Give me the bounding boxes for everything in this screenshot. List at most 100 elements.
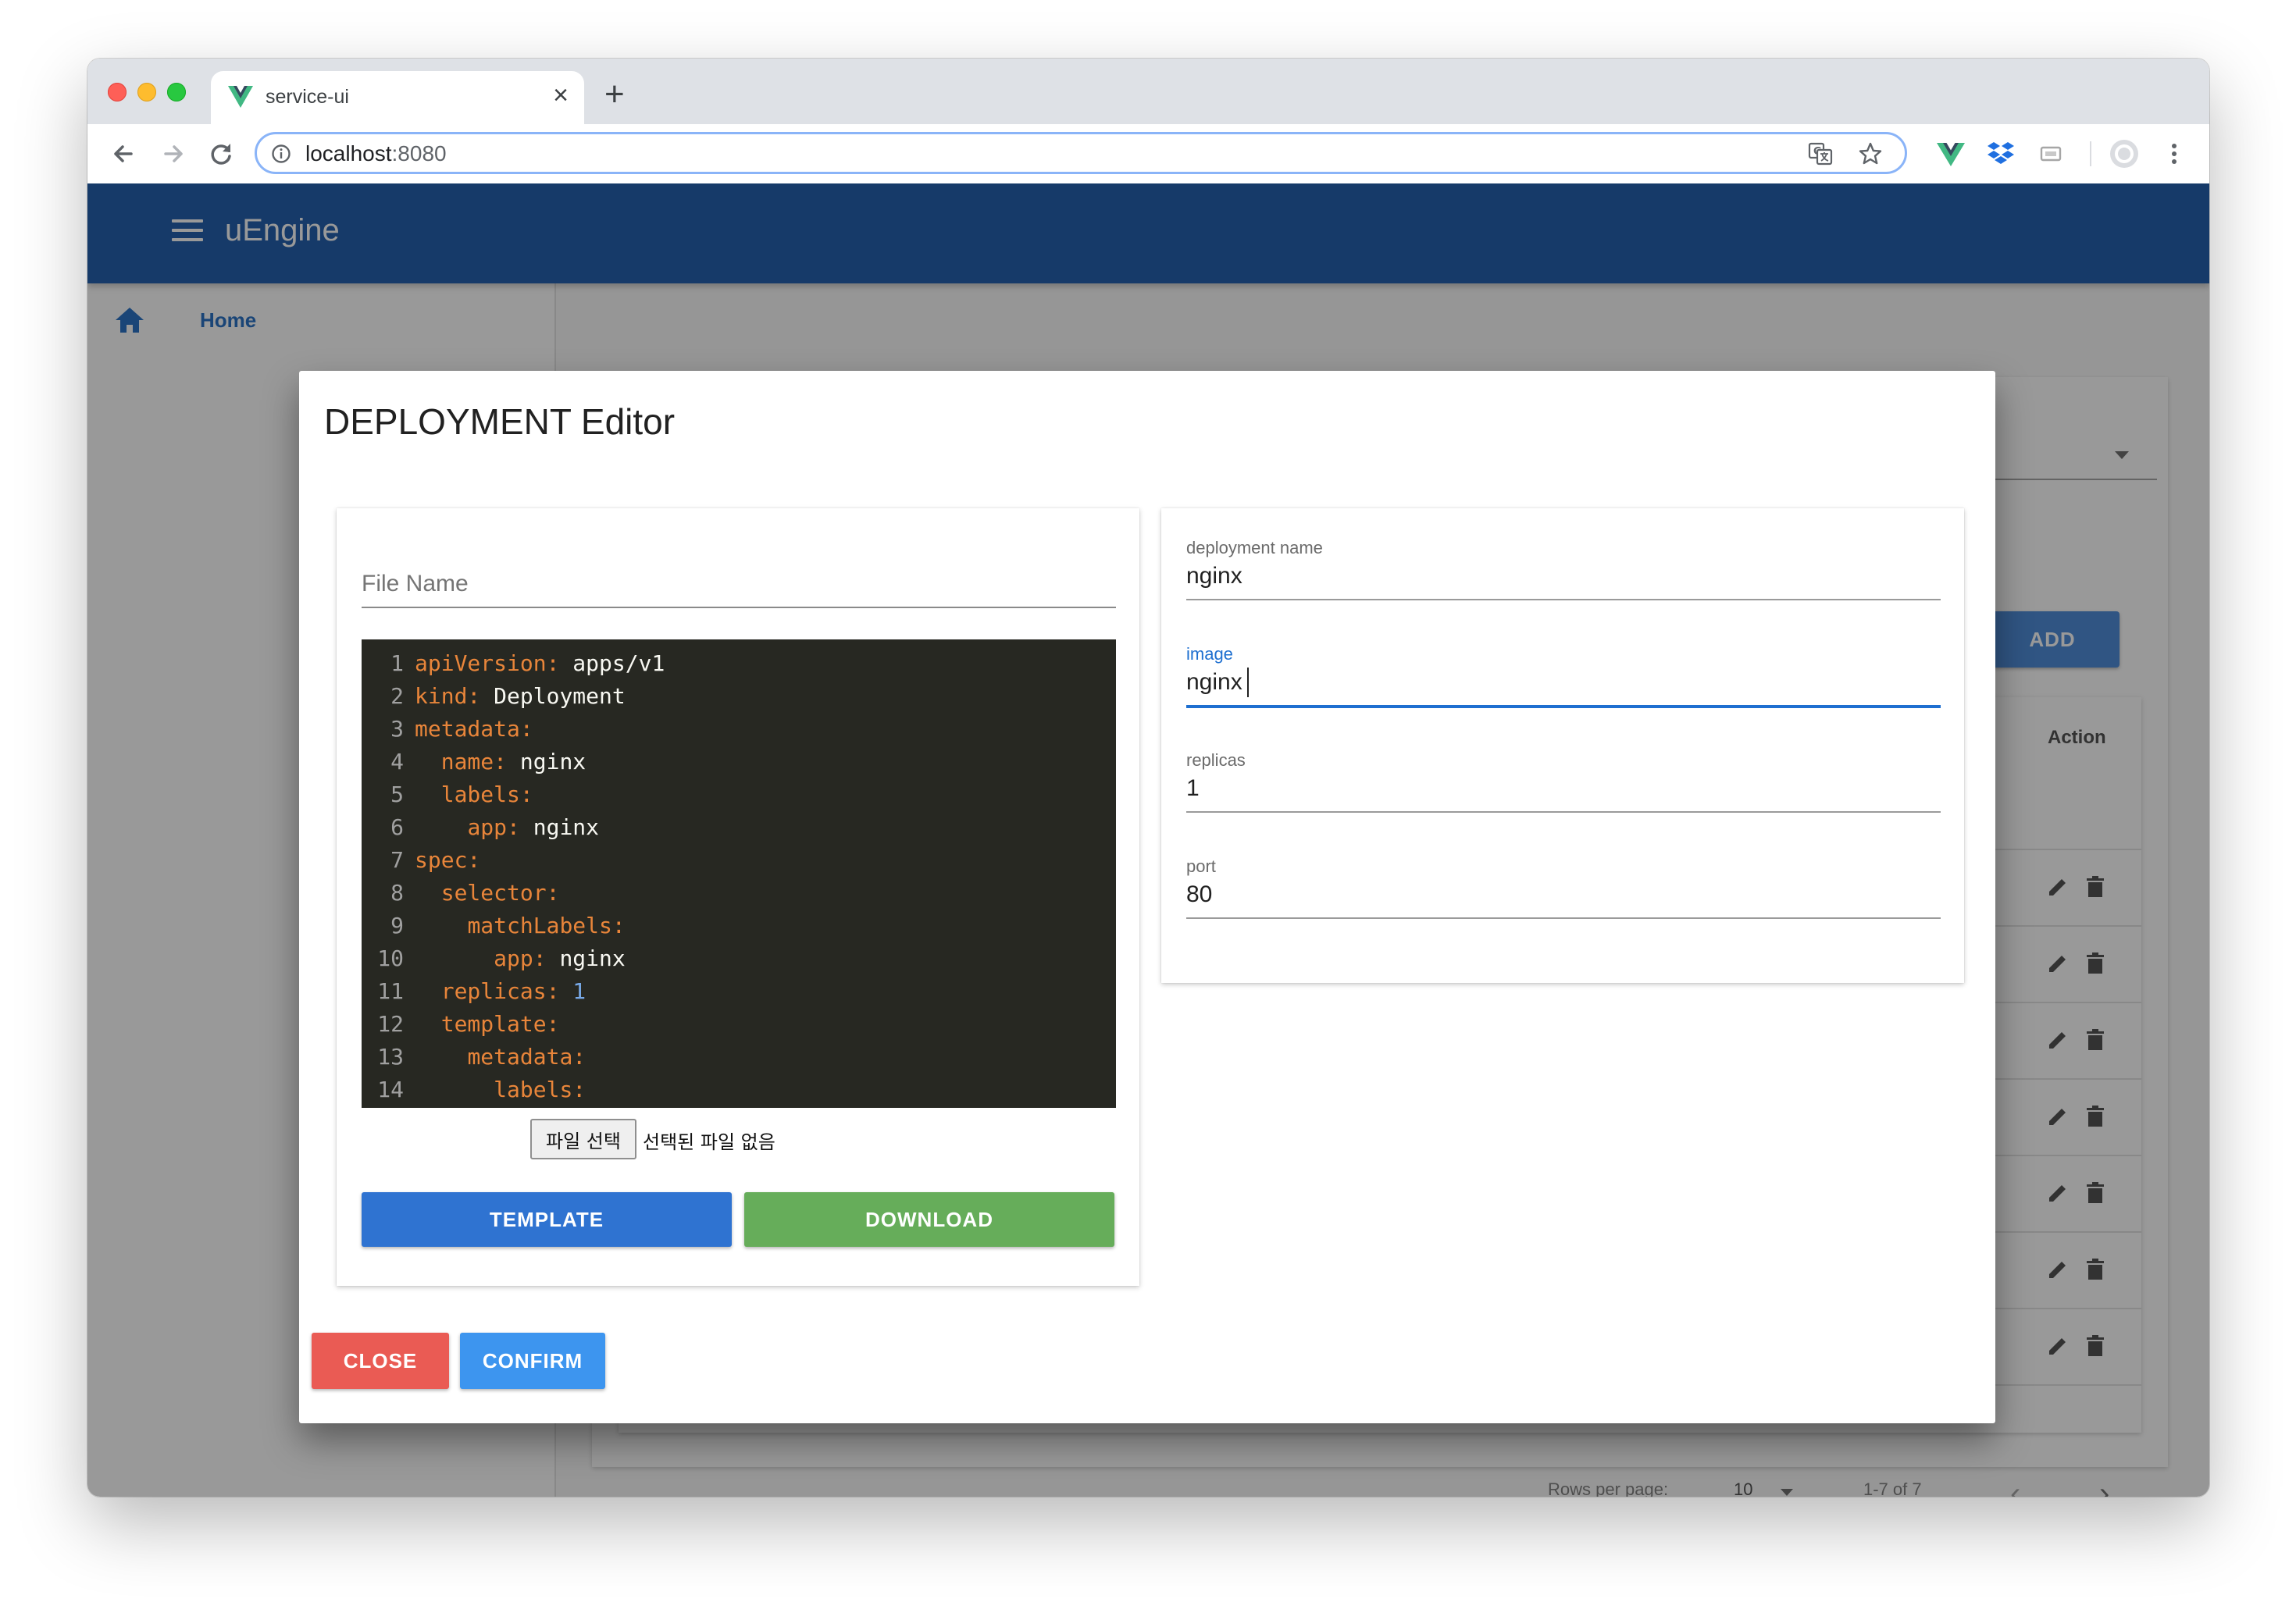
image-label: image	[1186, 644, 1233, 664]
yaml-key: name:	[440, 749, 508, 774]
code-text: kind: Deployment	[415, 683, 626, 709]
code-line: 10 app: nginx	[362, 945, 1116, 978]
line-number: 6	[390, 814, 404, 840]
reload-icon[interactable]	[201, 134, 242, 174]
translate-icon[interactable]: G	[1808, 141, 1833, 166]
choose-file-button[interactable]: 파일 선택	[530, 1119, 636, 1159]
deployment-name-label: deployment name	[1186, 538, 1323, 557]
line-number: 14	[377, 1077, 404, 1102]
address-bar[interactable]: localhost:8080 G	[255, 132, 1907, 174]
code-line: 4 name: nginx	[362, 749, 1116, 782]
line-number: 1	[390, 650, 404, 676]
code-line: 13 metadata:	[362, 1044, 1116, 1077]
close-button[interactable]: CLOSE	[312, 1333, 449, 1389]
new-tab-button[interactable]: +	[604, 77, 625, 112]
yaml-value: Deployment	[480, 683, 626, 709]
line-number: 11	[377, 978, 404, 1004]
code-line: 14 labels:	[362, 1077, 1116, 1108]
dropbox-icon[interactable]	[1985, 138, 2016, 169]
image-input[interactable]	[1186, 664, 1941, 700]
field-underline	[1186, 811, 1941, 813]
code-line: 11 replicas: 1	[362, 978, 1116, 1011]
replicas-input[interactable]	[1186, 771, 1941, 806]
yaml-key: app:	[494, 945, 547, 971]
profile-avatar-icon[interactable]	[2109, 138, 2140, 169]
port-input[interactable]	[1186, 877, 1941, 913]
code-text: labels:	[415, 782, 533, 807]
yaml-editor-panel: 1 apiVersion: apps/v1 2 kind: Deployment 3 me…	[337, 508, 1139, 1286]
close-tab-icon[interactable]: ×	[553, 82, 569, 109]
code-text: name: nginx	[415, 749, 586, 774]
browser-tab[interactable]: service-ui ×	[211, 71, 584, 124]
line-number: 8	[390, 880, 404, 906]
code-text: metadata:	[415, 716, 533, 742]
code-text: app: nginx	[415, 814, 599, 840]
port-label: port	[1186, 856, 1216, 876]
code-text: app: nginx	[415, 945, 626, 971]
url-text: localhost:8080	[305, 141, 447, 166]
text-cursor	[1247, 668, 1249, 697]
line-number: 2	[390, 683, 404, 709]
code-text: selector:	[415, 880, 560, 906]
cast-icon[interactable]	[2035, 138, 2066, 169]
yaml-value: nginx	[546, 945, 626, 971]
arrow-back-icon[interactable]	[103, 134, 144, 174]
code-text: apiVersion: apps/v1	[415, 650, 665, 676]
line-number: 4	[390, 749, 404, 774]
arrow-forward-icon[interactable]	[153, 134, 194, 174]
deployment-form-panel: deployment name image replicas port	[1161, 508, 1964, 983]
browser-window: service-ui × + localhost:8080 G	[87, 59, 2209, 1497]
confirm-button[interactable]: CONFIRM	[460, 1333, 605, 1389]
yaml-key: metadata:	[415, 716, 533, 742]
no-file-selected-text: 선택된 파일 없음	[643, 1131, 775, 1153]
yaml-key: app:	[467, 814, 520, 840]
code-line: 3 metadata:	[362, 716, 1116, 749]
code-text: template:	[415, 1011, 560, 1037]
window-close-dot[interactable]	[108, 83, 127, 101]
yaml-key: labels:	[494, 1077, 586, 1102]
deployment-name-input[interactable]	[1186, 558, 1941, 594]
yaml-value: nginx	[507, 749, 586, 774]
yaml-key: metadata:	[467, 1044, 586, 1070]
yaml-key: template:	[440, 1011, 560, 1037]
deployment-editor-dialog: DEPLOYMENT Editor 1 apiVersion: apps/v1 2k…	[299, 371, 1995, 1423]
vue-logo-icon	[228, 86, 253, 108]
field-underline	[1186, 599, 1941, 600]
vue-devtools-icon[interactable]	[1935, 138, 1966, 169]
window-minimize-dot[interactable]	[137, 83, 156, 101]
code-text: labels:	[415, 1077, 586, 1102]
tab-title: service-ui	[266, 86, 349, 108]
yaml-key: labels:	[440, 782, 533, 807]
replicas-label: replicas	[1186, 750, 1246, 770]
line-number: 13	[377, 1044, 404, 1070]
url-port: :8080	[391, 141, 447, 166]
field-underline	[1186, 917, 1941, 919]
line-number: 10	[377, 945, 404, 971]
more-vert-icon[interactable]	[2159, 138, 2190, 169]
dialog-title: DEPLOYMENT Editor	[324, 401, 676, 442]
download-button[interactable]: DOWNLOAD	[744, 1192, 1114, 1247]
star-icon[interactable]	[1858, 141, 1883, 166]
line-number: 7	[390, 847, 404, 873]
code-line: 9 matchLabels:	[362, 913, 1116, 945]
template-button[interactable]: TEMPLATE	[362, 1192, 732, 1247]
code-line: 2 kind: Deployment	[362, 683, 1116, 716]
tab-strip: service-ui × +	[87, 59, 2209, 124]
window-zoom-dot[interactable]	[167, 83, 186, 101]
line-number: 5	[390, 782, 404, 807]
info-icon[interactable]	[271, 144, 291, 164]
file-name-input[interactable]	[362, 561, 1116, 608]
code-line: 1 apiVersion: apps/v1	[362, 650, 1116, 683]
yaml-code-editor[interactable]: 1 apiVersion: apps/v1 2 kind: Deployment 3 me…	[362, 639, 1116, 1108]
yaml-value: 1	[559, 978, 586, 1004]
line-number: 9	[390, 913, 404, 938]
field-underline-focused	[1186, 705, 1941, 708]
